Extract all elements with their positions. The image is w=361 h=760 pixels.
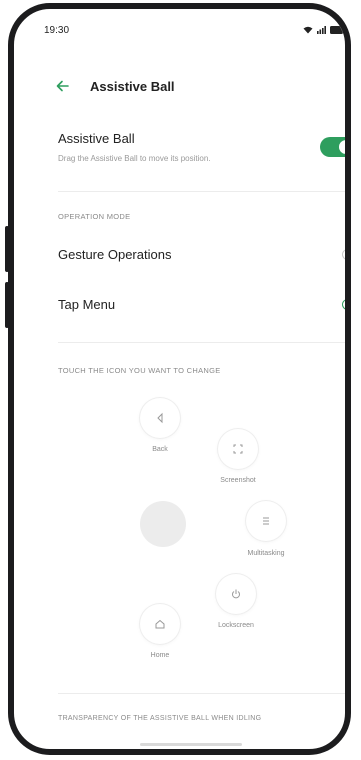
screen: 19:30 Assistive Ball Assistive Ball Drag… <box>24 17 345 749</box>
operation-mode-label: OPERATION MODE <box>58 212 131 221</box>
home-indicator <box>140 743 242 746</box>
phone-frame: 19:30 Assistive Ball Assistive Ball Drag… <box>8 3 351 755</box>
power-icon <box>232 589 240 599</box>
home-shortcut-button[interactable] <box>140 604 180 644</box>
title-bar: Assistive Ball <box>24 71 345 103</box>
multitasking-shortcut-button[interactable] <box>246 501 286 541</box>
page-title: Assistive Ball <box>90 79 175 94</box>
status-bar: 19:30 <box>24 17 345 49</box>
screenshot-shortcut-button[interactable] <box>218 429 258 469</box>
toggle-knob <box>339 140 345 154</box>
assistive-ball-subtitle: Drag the Assistive Ball to move its posi… <box>58 154 211 163</box>
back-shortcut-button[interactable] <box>140 398 180 438</box>
screenshot-label: Screenshot <box>220 477 256 484</box>
signal-icon <box>317 26 326 34</box>
home-icon <box>155 619 165 629</box>
back-icon <box>157 412 163 424</box>
battery-icon <box>330 26 345 34</box>
assistive-ball-preview <box>140 501 186 547</box>
wifi-icon <box>303 26 313 34</box>
divider <box>58 342 345 343</box>
tap-menu-radio[interactable] <box>342 299 345 310</box>
change-icons-label: TOUCH THE ICON YOU WANT TO CHANGE <box>58 366 221 375</box>
status-time: 19:30 <box>44 25 70 36</box>
back-label: Back <box>152 446 168 453</box>
option-label: Gesture Operations <box>58 247 172 262</box>
lockscreen-shortcut-button[interactable] <box>216 574 256 614</box>
multitasking-icon <box>263 517 269 525</box>
assistive-ball-title: Assistive Ball <box>58 131 135 146</box>
option-label: Tap Menu <box>58 297 116 312</box>
multitasking-label: Multitasking <box>247 550 285 557</box>
divider <box>58 191 345 192</box>
home-label: Home <box>150 652 170 659</box>
screenshot-icon <box>233 444 243 454</box>
divider <box>58 693 345 694</box>
assistive-ball-toggle[interactable] <box>320 137 345 157</box>
back-arrow-icon[interactable] <box>52 75 74 97</box>
gesture-operations-radio[interactable] <box>342 249 345 260</box>
transparency-label: TRANSPARENCY OF THE ASSISTIVE BALL WHEN … <box>58 715 262 722</box>
lockscreen-label: Lockscreen <box>218 622 254 629</box>
status-icons <box>303 26 345 34</box>
